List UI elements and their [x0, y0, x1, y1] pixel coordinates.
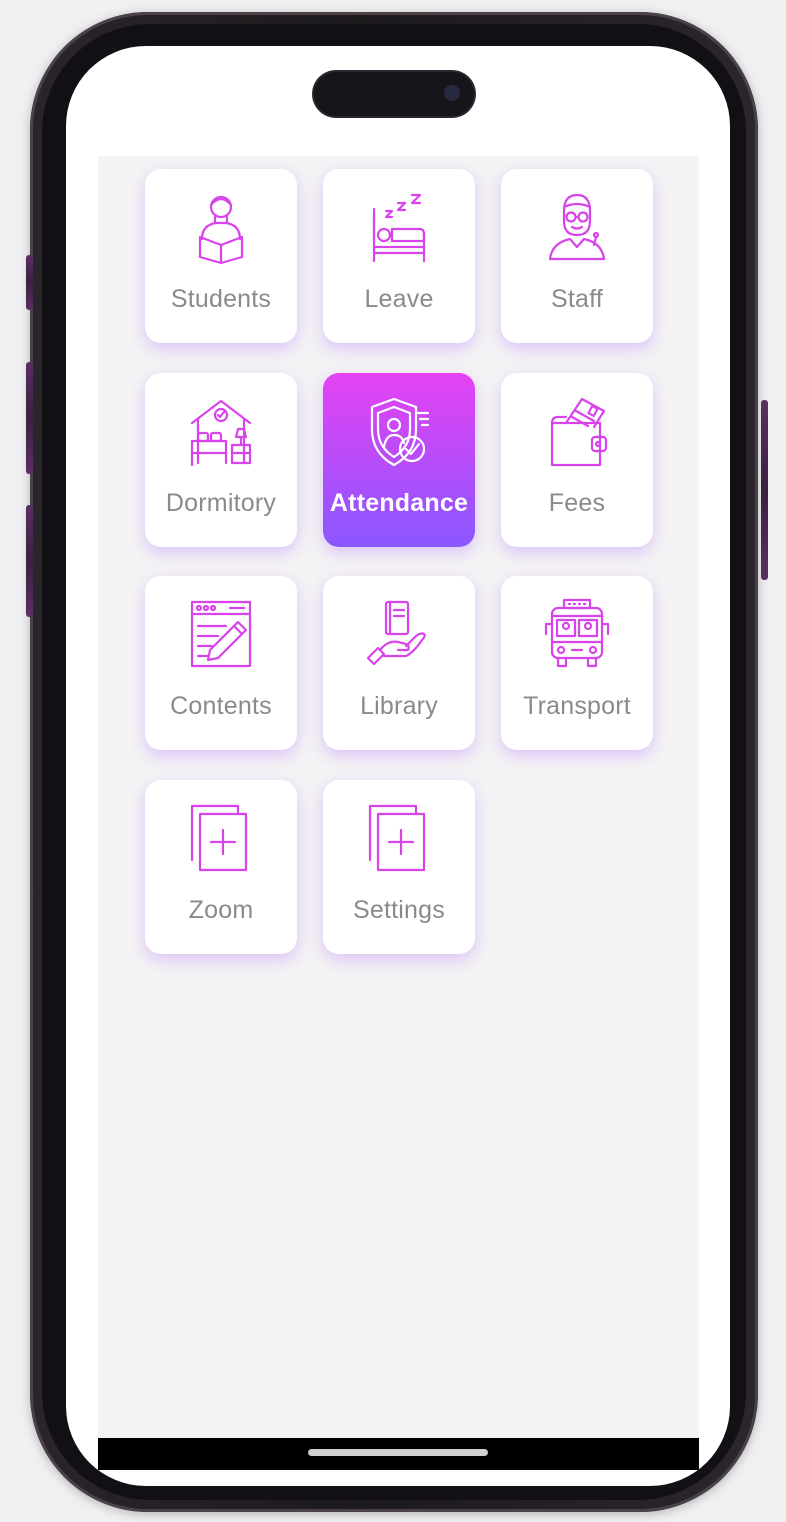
phone-screen: Students Leave Staff Dormitory Attendanc…: [66, 46, 730, 1486]
volume-down-button: [26, 505, 33, 617]
add-copy-icon: [368, 804, 426, 872]
menu-grid: Students Leave Staff Dormitory Attendanc…: [98, 156, 699, 1439]
tile-zoom[interactable]: Zoom: [145, 780, 297, 954]
tile-library[interactable]: Library: [323, 576, 475, 750]
wallet-icon: [550, 397, 608, 467]
power-button: [761, 400, 768, 580]
volume-up-button: [26, 362, 33, 474]
tile-label: Staff: [551, 285, 603, 313]
sleeping-bed-icon: [372, 193, 426, 263]
tile-label: Leave: [364, 285, 434, 313]
dynamic-island: [314, 72, 474, 116]
tile-settings[interactable]: Settings: [323, 780, 475, 954]
mute-switch: [26, 255, 33, 310]
library-book-icon: [366, 600, 426, 666]
attendance-shield-icon: [370, 397, 430, 467]
camera-icon: [444, 85, 460, 101]
tile-dormitory[interactable]: Dormitory: [145, 373, 297, 547]
tile-label: Zoom: [188, 896, 254, 924]
bus-icon: [544, 598, 610, 668]
home-indicator-bar: [98, 1438, 699, 1470]
tile-label: Transport: [523, 692, 631, 720]
tile-label: Fees: [548, 489, 606, 517]
tile-attendance[interactable]: Attendance: [323, 373, 475, 547]
tile-label: Contents: [170, 692, 272, 720]
tile-label: Attendance: [329, 489, 469, 517]
tile-students[interactable]: Students: [145, 169, 297, 343]
tile-label: Students: [170, 285, 272, 313]
tile-leave[interactable]: Leave: [323, 169, 475, 343]
teacher-icon: [548, 193, 606, 261]
tile-transport[interactable]: Transport: [501, 576, 653, 750]
tile-label: Settings: [353, 896, 445, 924]
tile-contents[interactable]: Contents: [145, 576, 297, 750]
tile-fees[interactable]: Fees: [501, 373, 653, 547]
tile-label: Dormitory: [165, 489, 277, 517]
tile-staff[interactable]: Staff: [501, 169, 653, 343]
add-copy-icon: [190, 804, 248, 872]
content-edit-icon: [190, 600, 252, 668]
home-indicator[interactable]: [308, 1449, 488, 1456]
tile-label: Library: [360, 692, 438, 720]
student-reading-icon: [198, 195, 244, 265]
dormitory-icon: [190, 399, 252, 467]
